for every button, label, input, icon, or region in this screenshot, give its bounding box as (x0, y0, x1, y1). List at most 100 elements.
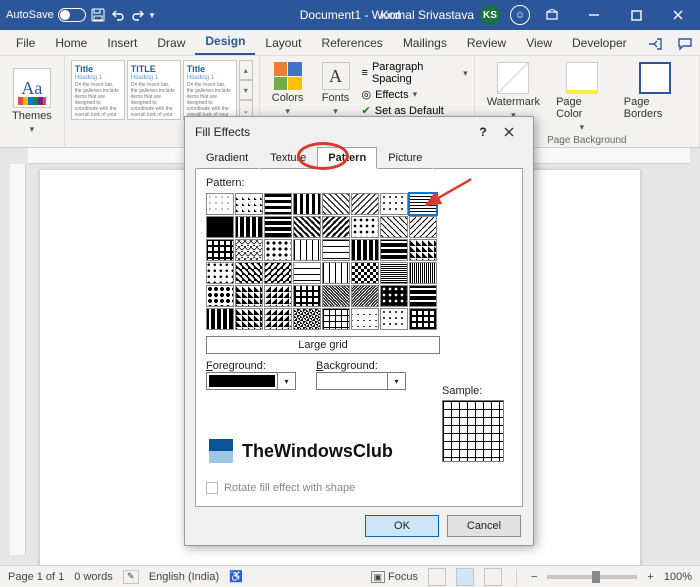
autosave-toggle[interactable] (58, 8, 86, 22)
pattern-swatch[interactable] (235, 262, 263, 284)
tab-mailings[interactable]: Mailings (393, 31, 457, 55)
pattern-swatch[interactable] (380, 308, 408, 330)
pattern-swatch[interactable] (380, 262, 408, 284)
dialog-close-icon[interactable] (495, 118, 523, 146)
page-borders-button[interactable]: Page Borders (618, 60, 693, 135)
gallery-scroll[interactable]: ▴▾⌄ (239, 60, 253, 120)
tab-draw[interactable]: Draw (147, 31, 195, 55)
effects-button[interactable]: ◎Effects▾ (362, 87, 468, 102)
fill-tab-texture[interactable]: Texture (259, 147, 317, 169)
minimize-icon[interactable] (574, 0, 614, 30)
pattern-swatch[interactable] (264, 262, 292, 284)
spellcheck-icon[interactable]: ✎ (123, 570, 139, 584)
pattern-swatch[interactable] (409, 239, 437, 261)
style-card[interactable]: TitleHeading 1On the Insert tab, the gal… (183, 60, 237, 120)
pattern-swatch[interactable] (206, 193, 234, 215)
accessibility-icon[interactable]: ♿ (229, 570, 243, 583)
dialog-help-icon[interactable]: ? (471, 125, 495, 139)
share-button[interactable] (640, 33, 670, 55)
fonts-button[interactable]: A Fonts▾ (316, 60, 356, 119)
tab-developer[interactable]: Developer (562, 31, 637, 55)
pattern-swatch[interactable] (409, 262, 437, 284)
pattern-swatch[interactable] (322, 193, 350, 215)
pattern-swatch[interactable] (322, 262, 350, 284)
paragraph-spacing-button[interactable]: ≡Paragraph Spacing▾ (362, 60, 468, 86)
pattern-swatch[interactable] (264, 216, 292, 238)
colors-button[interactable]: Colors▾ (266, 60, 310, 119)
save-icon[interactable] (90, 7, 106, 23)
tab-view[interactable]: View (516, 31, 562, 55)
tab-file[interactable]: File (6, 31, 45, 55)
document-formatting-gallery[interactable]: TitleHeading 1On the Insert tab, the gal… (71, 60, 253, 120)
web-layout-icon[interactable] (484, 568, 502, 586)
style-card[interactable]: TitleHeading 1On the Insert tab, the gal… (71, 60, 125, 120)
tab-references[interactable]: References (311, 31, 392, 55)
fill-tab-gradient[interactable]: Gradient (195, 147, 259, 169)
fill-tab-pattern[interactable]: Pattern (317, 147, 377, 169)
pattern-swatch[interactable] (293, 285, 321, 307)
maximize-icon[interactable] (616, 0, 656, 30)
tab-insert[interactable]: Insert (97, 31, 147, 55)
zoom-out-icon[interactable]: − (531, 571, 537, 583)
pattern-swatch[interactable] (351, 285, 379, 307)
pattern-swatch[interactable] (264, 239, 292, 261)
pattern-swatch[interactable] (293, 308, 321, 330)
comments-button[interactable] (670, 33, 700, 55)
pattern-swatch[interactable] (322, 308, 350, 330)
vertical-ruler[interactable] (10, 164, 26, 555)
pattern-swatch[interactable] (264, 308, 292, 330)
pattern-swatch[interactable] (322, 216, 350, 238)
pattern-swatch[interactable] (409, 308, 437, 330)
focus-mode-button[interactable]: ▣Focus (371, 571, 418, 583)
pattern-swatch[interactable] (380, 193, 408, 215)
pattern-swatch[interactable] (235, 239, 263, 261)
pattern-swatch[interactable] (322, 285, 350, 307)
fill-tab-picture[interactable]: Picture (377, 147, 433, 169)
read-mode-icon[interactable] (428, 568, 446, 586)
pattern-swatch[interactable] (380, 285, 408, 307)
word-count[interactable]: 0 words (74, 571, 113, 583)
language-status[interactable]: English (India) (149, 571, 219, 583)
pattern-swatch[interactable] (380, 239, 408, 261)
pattern-swatch[interactable] (235, 216, 263, 238)
tab-design[interactable]: Design (195, 29, 255, 55)
pattern-swatch[interactable] (235, 285, 263, 307)
pattern-swatch[interactable] (351, 262, 379, 284)
themes-button[interactable]: Aa Themes ▾ (6, 66, 58, 137)
zoom-slider[interactable] (547, 575, 637, 579)
pattern-swatch[interactable] (206, 262, 234, 284)
pattern-swatch[interactable] (264, 285, 292, 307)
foreground-color-dropdown[interactable]: ▾ (206, 372, 296, 390)
undo-icon[interactable] (110, 7, 126, 23)
close-icon[interactable] (658, 0, 698, 30)
zoom-value[interactable]: 100% (664, 571, 692, 583)
redo-icon[interactable] (130, 7, 146, 23)
style-card[interactable]: TITLEHeading 1On the Insert tab, the gal… (127, 60, 181, 120)
tab-home[interactable]: Home (45, 31, 97, 55)
pattern-swatch[interactable] (293, 216, 321, 238)
pattern-swatch[interactable] (322, 239, 350, 261)
pattern-swatch[interactable] (206, 216, 234, 238)
cancel-button[interactable]: Cancel (447, 515, 521, 537)
pattern-swatch[interactable] (351, 193, 379, 215)
pattern-swatch[interactable] (264, 193, 292, 215)
pattern-swatch[interactable] (409, 285, 437, 307)
ok-button[interactable]: OK (365, 515, 439, 537)
page-info[interactable]: Page 1 of 1 (8, 571, 64, 583)
pattern-swatch[interactable] (206, 239, 234, 261)
zoom-in-icon[interactable]: + (647, 571, 653, 583)
pattern-swatch[interactable] (206, 285, 234, 307)
page-color-button[interactable]: Page Color▾ (550, 60, 614, 135)
pattern-swatch[interactable] (235, 308, 263, 330)
pattern-swatch[interactable] (351, 239, 379, 261)
tab-review[interactable]: Review (457, 31, 516, 55)
tab-layout[interactable]: Layout (255, 31, 311, 55)
pattern-swatch[interactable] (409, 193, 437, 215)
pattern-swatch[interactable] (293, 262, 321, 284)
pattern-swatch[interactable] (206, 308, 234, 330)
pattern-swatch[interactable] (409, 216, 437, 238)
pattern-swatch[interactable] (293, 193, 321, 215)
background-color-dropdown[interactable]: ▾ (316, 372, 406, 390)
pattern-swatch[interactable] (235, 193, 263, 215)
pattern-swatch[interactable] (380, 216, 408, 238)
